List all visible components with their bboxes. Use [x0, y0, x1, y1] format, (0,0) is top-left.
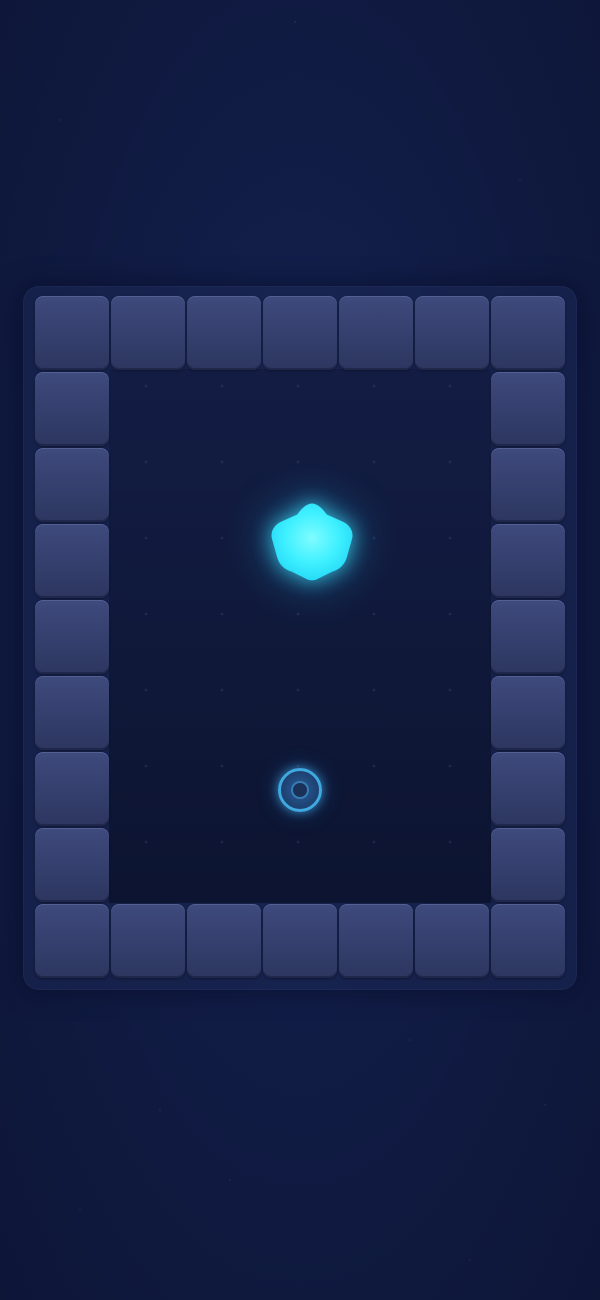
wall-tile [263, 904, 337, 978]
wall-tile [111, 296, 185, 370]
wall-tile [491, 372, 565, 446]
wall-tile [491, 600, 565, 674]
wall-tile [491, 752, 565, 826]
wall-tile [35, 524, 109, 598]
wall-tile [339, 296, 413, 370]
wall-tile [491, 676, 565, 750]
play-area[interactable] [109, 369, 491, 903]
player-core [293, 783, 307, 797]
wall-tile [415, 904, 489, 978]
wall-tile [35, 372, 109, 446]
wall-tile [35, 600, 109, 674]
wall-tile [415, 296, 489, 370]
wall-tile [35, 448, 109, 522]
wall-tile [491, 828, 565, 902]
wall-tile [187, 296, 261, 370]
wall-tile [339, 904, 413, 978]
wall-tile [491, 448, 565, 522]
wall-tile [491, 904, 565, 978]
player-marker-icon[interactable] [278, 768, 322, 812]
wall-tile [35, 296, 109, 370]
crystal-icon [271, 503, 353, 581]
wall-tile [491, 524, 565, 598]
wall-tile [263, 296, 337, 370]
wall-tile [35, 828, 109, 902]
wall-tile [111, 904, 185, 978]
wall-tile [491, 296, 565, 370]
wall-tile [187, 904, 261, 978]
wall-tile [35, 752, 109, 826]
wall-tile [35, 904, 109, 978]
wall-tile [35, 676, 109, 750]
